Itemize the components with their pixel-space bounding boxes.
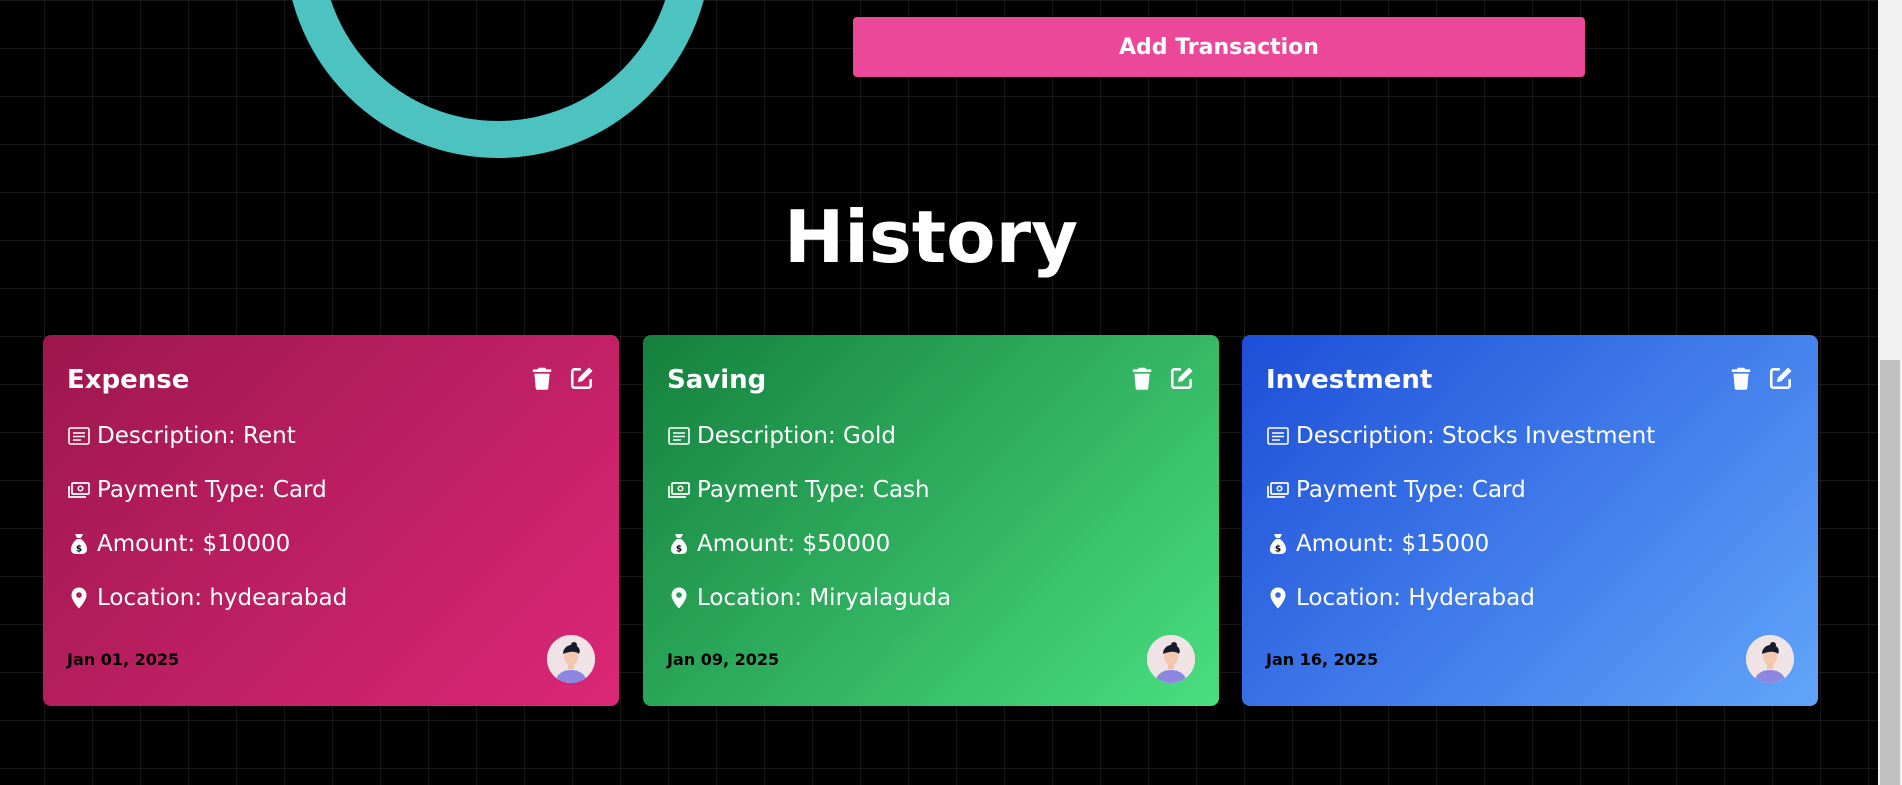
card-category: Investment (1266, 365, 1433, 395)
avatar (1746, 635, 1794, 683)
amount-text: Amount: $15000 (1296, 531, 1490, 557)
location-row: Location: hydearabad (67, 585, 347, 611)
description-row: Description: Gold (667, 423, 896, 449)
transaction-card-investment: Investment Description: Stocks Investmen… (1242, 335, 1818, 706)
description-text: Description: Rent (97, 423, 296, 449)
payment-icon (67, 478, 91, 502)
amount-row: $ Amount: $10000 (67, 531, 290, 557)
payment-icon (667, 478, 691, 502)
trash-icon[interactable] (529, 365, 555, 391)
svg-text:$: $ (76, 545, 82, 555)
payment-type-text: Payment Type: Card (1296, 477, 1526, 503)
location-text: Location: hydearabad (97, 585, 348, 611)
card-actions (1728, 365, 1794, 391)
trash-icon[interactable] (1129, 365, 1155, 391)
card-category: Saving (667, 365, 767, 395)
transaction-card-expense: Expense Description: Rent Payment Type: … (43, 335, 619, 706)
edit-icon[interactable] (1169, 365, 1195, 391)
avatar (547, 635, 595, 683)
description-row: Description: Rent (67, 423, 296, 449)
description-icon (1266, 424, 1290, 448)
description-icon (67, 424, 91, 448)
money-bag-icon: $ (1266, 532, 1290, 556)
money-bag-icon: $ (667, 532, 691, 556)
payment-type-row: Payment Type: Cash (667, 477, 930, 503)
description-icon (667, 424, 691, 448)
payment-type-text: Payment Type: Card (97, 477, 327, 503)
transaction-card-saving: Saving Description: Gold Payment Type: C… (643, 335, 1219, 706)
location-text: Location: Miryalaguda (697, 585, 952, 611)
edit-icon[interactable] (569, 365, 595, 391)
card-date: Jan 01, 2025 (67, 650, 180, 669)
location-text: Location: Hyderabad (1296, 585, 1535, 611)
page: Add Transaction History Expense Descript… (0, 0, 1902, 785)
card-actions (529, 365, 595, 391)
payment-type-row: Payment Type: Card (67, 477, 327, 503)
location-row: Location: Hyderabad (1266, 585, 1535, 611)
svg-text:$: $ (1275, 545, 1281, 555)
location-row: Location: Miryalaguda (667, 585, 951, 611)
amount-row: $ Amount: $15000 (1266, 531, 1489, 557)
scrollbar-thumb[interactable] (1880, 360, 1900, 785)
card-actions (1129, 365, 1195, 391)
payment-icon (1266, 478, 1290, 502)
description-text: Description: Gold (697, 423, 896, 449)
card-date: Jan 16, 2025 (1266, 650, 1379, 669)
location-pin-icon (667, 586, 691, 610)
history-title: History (783, 195, 1079, 279)
payment-type-row: Payment Type: Card (1266, 477, 1526, 503)
avatar (1147, 635, 1195, 683)
card-category: Expense (67, 365, 190, 395)
description-text: Description: Stocks Investment (1296, 423, 1656, 449)
trash-icon[interactable] (1728, 365, 1754, 391)
location-pin-icon (1266, 586, 1290, 610)
amount-row: $ Amount: $50000 (667, 531, 890, 557)
money-bag-icon: $ (67, 532, 91, 556)
add-transaction-button[interactable]: Add Transaction (853, 17, 1585, 77)
chart-ring (285, 0, 711, 158)
card-date: Jan 09, 2025 (667, 650, 780, 669)
amount-text: Amount: $10000 (97, 531, 291, 557)
payment-type-text: Payment Type: Cash (697, 477, 930, 503)
svg-text:$: $ (676, 545, 682, 555)
edit-icon[interactable] (1768, 365, 1794, 391)
description-row: Description: Stocks Investment (1266, 423, 1655, 449)
amount-text: Amount: $50000 (697, 531, 891, 557)
location-pin-icon (67, 586, 91, 610)
